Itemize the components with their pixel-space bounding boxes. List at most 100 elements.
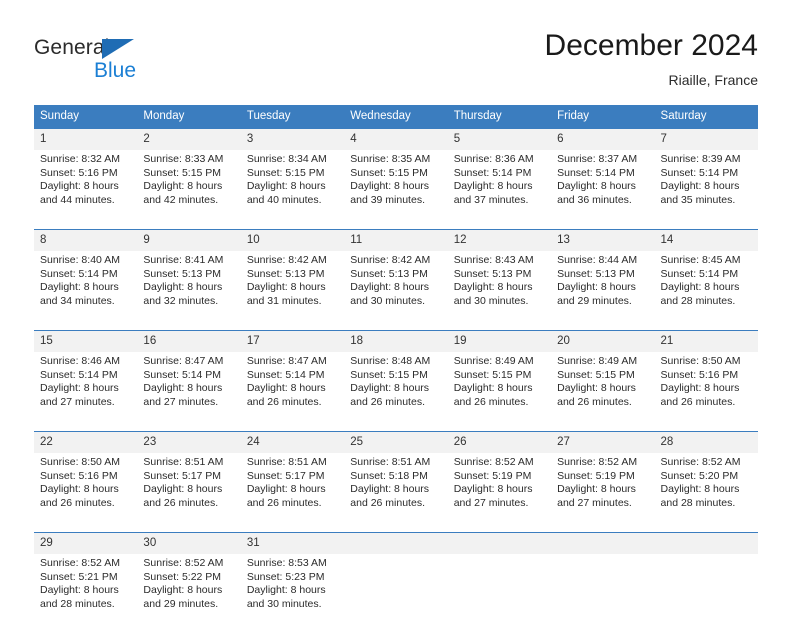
- day-cell[interactable]: Sunrise: 8:39 AM Sunset: 5:14 PM Dayligh…: [655, 150, 758, 218]
- daylight-text-1: Daylight: 8 hours: [660, 180, 740, 193]
- sunset-text: Sunset: 5:17 PM: [143, 469, 222, 482]
- day-number-row: 29 30 31: [34, 533, 758, 554]
- day-cell[interactable]: Sunrise: 8:50 AM Sunset: 5:16 PM Dayligh…: [655, 352, 758, 420]
- day-number[interactable]: 28: [655, 432, 758, 453]
- day-number[interactable]: 5: [448, 129, 551, 150]
- day-cell[interactable]: Sunrise: 8:36 AM Sunset: 5:14 PM Dayligh…: [448, 150, 551, 218]
- daylight-text-1: Daylight: 8 hours: [350, 281, 430, 294]
- sunset-text: Sunset: 5:14 PM: [143, 368, 222, 381]
- day-detail-row: Sunrise: 8:46 AM Sunset: 5:14 PM Dayligh…: [34, 352, 758, 420]
- day-cell[interactable]: Sunrise: 8:51 AM Sunset: 5:17 PM Dayligh…: [241, 453, 344, 521]
- sunrise-text: Sunrise: 8:52 AM: [143, 557, 224, 569]
- sunset-text: Sunset: 5:14 PM: [557, 166, 635, 179]
- daylight-text-1: Daylight: 8 hours: [40, 483, 119, 496]
- day-number[interactable]: 16: [137, 331, 240, 352]
- day-number[interactable]: 2: [137, 129, 240, 150]
- daylight-text-1: Daylight: 8 hours: [40, 281, 119, 294]
- day-number[interactable]: 25: [344, 432, 447, 453]
- daylight-text-1: Daylight: 8 hours: [557, 483, 636, 496]
- sunrise-text: Sunrise: 8:52 AM: [557, 456, 638, 468]
- day-number[interactable]: 12: [448, 230, 551, 251]
- daylight-text-2: and 26 minutes.: [350, 496, 425, 509]
- day-detail-row: Sunrise: 8:50 AM Sunset: 5:16 PM Dayligh…: [34, 453, 758, 521]
- day-number[interactable]: 31: [241, 533, 344, 554]
- day-cell[interactable]: Sunrise: 8:41 AM Sunset: 5:13 PM Dayligh…: [137, 251, 240, 319]
- calendar-page: General Blue December 2024 Riaille, Fran…: [0, 0, 792, 622]
- daylight-text-2: and 28 minutes.: [660, 294, 736, 307]
- sunset-text: Sunset: 5:15 PM: [453, 368, 532, 381]
- day-number[interactable]: 11: [344, 230, 447, 251]
- day-number[interactable]: 4: [344, 129, 447, 150]
- sunrise-text: Sunrise: 8:48 AM: [350, 355, 431, 367]
- day-number-empty: [655, 533, 758, 554]
- sunset-text: Sunset: 5:18 PM: [350, 469, 428, 482]
- day-cell[interactable]: Sunrise: 8:33 AM Sunset: 5:15 PM Dayligh…: [137, 150, 240, 218]
- day-cell[interactable]: Sunrise: 8:34 AM Sunset: 5:15 PM Dayligh…: [241, 150, 344, 218]
- day-number[interactable]: 24: [241, 432, 344, 453]
- day-cell[interactable]: Sunrise: 8:51 AM Sunset: 5:17 PM Dayligh…: [137, 453, 240, 521]
- day-number[interactable]: 19: [448, 331, 551, 352]
- day-number[interactable]: 3: [241, 129, 344, 150]
- calendar-week-row: 22 23 24 25 26 27 28 Sunrise: 8:50 AM Su…: [34, 431, 758, 521]
- day-number[interactable]: 21: [655, 331, 758, 352]
- day-cell[interactable]: Sunrise: 8:51 AM Sunset: 5:18 PM Dayligh…: [344, 453, 447, 521]
- weekday-header-sunday: Sunday: [40, 110, 80, 122]
- day-cell[interactable]: Sunrise: 8:52 AM Sunset: 5:19 PM Dayligh…: [448, 453, 551, 521]
- day-number[interactable]: 13: [551, 230, 654, 251]
- calendar-week-row: 1 2 3 4 5 6 7 Sunrise: 8:32 AM Sunset: 5…: [34, 129, 758, 218]
- day-cell[interactable]: Sunrise: 8:49 AM Sunset: 5:15 PM Dayligh…: [448, 352, 551, 420]
- day-number[interactable]: 10: [241, 230, 344, 251]
- day-number[interactable]: 17: [241, 331, 344, 352]
- day-number[interactable]: 18: [344, 331, 447, 352]
- daylight-text-2: and 26 minutes.: [246, 395, 322, 408]
- day-number[interactable]: 6: [551, 129, 654, 150]
- daylight-text-1: Daylight: 8 hours: [40, 382, 119, 395]
- day-cell[interactable]: Sunrise: 8:37 AM Sunset: 5:14 PM Dayligh…: [551, 150, 654, 218]
- daylight-text-1: Daylight: 8 hours: [350, 180, 430, 193]
- daylight-text-2: and 26 minutes.: [350, 395, 425, 408]
- day-number[interactable]: 23: [137, 432, 240, 453]
- day-cell[interactable]: Sunrise: 8:44 AM Sunset: 5:13 PM Dayligh…: [551, 251, 654, 319]
- day-cell[interactable]: Sunrise: 8:47 AM Sunset: 5:14 PM Dayligh…: [241, 352, 344, 420]
- day-cell[interactable]: Sunrise: 8:52 AM Sunset: 5:19 PM Dayligh…: [551, 453, 654, 521]
- daylight-text-1: Daylight: 8 hours: [246, 180, 326, 193]
- sunrise-text: Sunrise: 8:37 AM: [557, 153, 638, 165]
- day-number[interactable]: 9: [137, 230, 240, 251]
- sunset-text: Sunset: 5:16 PM: [660, 368, 739, 381]
- brand-name-general: General: [34, 36, 110, 59]
- day-cell[interactable]: Sunrise: 8:35 AM Sunset: 5:15 PM Dayligh…: [344, 150, 447, 218]
- day-cell[interactable]: Sunrise: 8:52 AM Sunset: 5:20 PM Dayligh…: [655, 453, 758, 521]
- day-cell[interactable]: Sunrise: 8:48 AM Sunset: 5:15 PM Dayligh…: [344, 352, 447, 420]
- sunset-text: Sunset: 5:22 PM: [143, 570, 222, 583]
- day-cell[interactable]: Sunrise: 8:32 AM Sunset: 5:16 PM Dayligh…: [34, 150, 137, 218]
- day-number[interactable]: 30: [137, 533, 240, 554]
- sunset-text: Sunset: 5:14 PM: [660, 267, 739, 280]
- sunset-text: Sunset: 5:13 PM: [557, 267, 635, 280]
- day-cell[interactable]: Sunrise: 8:43 AM Sunset: 5:13 PM Dayligh…: [448, 251, 551, 319]
- day-number-row: 22 23 24 25 26 27 28: [34, 432, 758, 453]
- day-number[interactable]: 14: [655, 230, 758, 251]
- day-cell[interactable]: Sunrise: 8:47 AM Sunset: 5:14 PM Dayligh…: [137, 352, 240, 420]
- day-number[interactable]: 7: [655, 129, 758, 150]
- daylight-text-1: Daylight: 8 hours: [246, 483, 326, 496]
- day-cell[interactable]: Sunrise: 8:42 AM Sunset: 5:13 PM Dayligh…: [344, 251, 447, 319]
- day-number[interactable]: 8: [34, 230, 137, 251]
- calendar-week-row: 15 16 17 18 19 20 21 Sunrise: 8:46 AM Su…: [34, 330, 758, 420]
- day-cell[interactable]: Sunrise: 8:45 AM Sunset: 5:14 PM Dayligh…: [655, 251, 758, 319]
- day-number[interactable]: 29: [34, 533, 137, 554]
- day-cell[interactable]: Sunrise: 8:40 AM Sunset: 5:14 PM Dayligh…: [34, 251, 137, 319]
- sunrise-text: Sunrise: 8:41 AM: [143, 254, 224, 266]
- day-cell[interactable]: Sunrise: 8:46 AM Sunset: 5:14 PM Dayligh…: [34, 352, 137, 420]
- day-number[interactable]: 27: [551, 432, 654, 453]
- day-cell[interactable]: Sunrise: 8:50 AM Sunset: 5:16 PM Dayligh…: [34, 453, 137, 521]
- day-cell[interactable]: Sunrise: 8:49 AM Sunset: 5:15 PM Dayligh…: [551, 352, 654, 420]
- day-number[interactable]: 1: [34, 129, 137, 150]
- day-number[interactable]: 20: [551, 331, 654, 352]
- daylight-text-2: and 42 minutes.: [143, 193, 219, 206]
- day-number[interactable]: 15: [34, 331, 137, 352]
- sunrise-text: Sunrise: 8:42 AM: [246, 254, 327, 266]
- day-number[interactable]: 22: [34, 432, 137, 453]
- day-number[interactable]: 26: [448, 432, 551, 453]
- day-cell[interactable]: Sunrise: 8:42 AM Sunset: 5:13 PM Dayligh…: [241, 251, 344, 319]
- daylight-text-1: Daylight: 8 hours: [453, 483, 533, 496]
